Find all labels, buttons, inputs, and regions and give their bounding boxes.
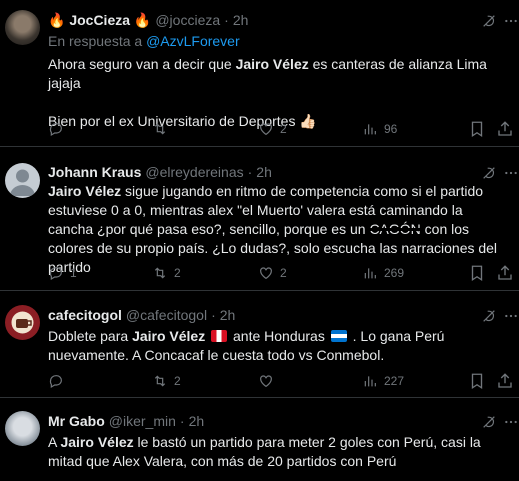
tweet-header: Johann Kraus @elreydereinas · 2h <box>48 163 507 181</box>
retweet-icon <box>154 267 166 279</box>
retweet-icon <box>154 123 166 135</box>
views-count: 96 <box>384 122 398 136</box>
timestamp[interactable]: 2h <box>220 307 236 323</box>
like-icon <box>260 123 272 136</box>
views-button[interactable]: 227 <box>362 372 404 390</box>
grok-icon[interactable] <box>481 308 497 324</box>
censored-word: CAGÓN <box>369 221 422 237</box>
views-count: 227 <box>384 374 405 388</box>
user-handle[interactable]: @iker_min <box>109 413 176 429</box>
reply-icon <box>49 267 62 281</box>
text-part-bold: Jairo Vélez <box>235 56 309 72</box>
separator-dot: · <box>224 12 229 28</box>
views-icon <box>364 124 376 135</box>
share-icon[interactable] <box>496 372 514 390</box>
retweet-button[interactable] <box>152 120 174 138</box>
tweet-text: A Jairo Vélez le bastó un partido para m… <box>48 433 507 471</box>
display-name[interactable]: cafecitogol <box>48 307 122 323</box>
reply-button[interactable]: 1 <box>48 264 77 282</box>
tweet[interactable]: 🔥 JocCieza 🔥 @joccieza · 2h En respuesta… <box>0 0 519 147</box>
reply-button[interactable] <box>48 120 70 138</box>
text-part: ante Honduras <box>229 328 329 344</box>
like-button[interactable]: 2 <box>258 120 287 138</box>
reply-count: 1 <box>70 266 77 280</box>
grok-icon[interactable] <box>481 13 497 29</box>
text-part: Doblete para <box>48 328 133 344</box>
timestamp[interactable]: 2h <box>256 164 272 180</box>
like-count: 2 <box>280 266 287 280</box>
bookmark-icon[interactable] <box>468 120 486 138</box>
avatar[interactable] <box>5 305 40 340</box>
separator-dot: · <box>211 307 216 323</box>
action-bar: 1 2 2 269 <box>48 264 512 282</box>
honduras-flag-icon <box>330 330 347 342</box>
grok-icon[interactable] <box>481 165 497 181</box>
reply-icon <box>49 123 62 137</box>
timeline-feed: 🔥 JocCieza 🔥 @joccieza · 2h En respuesta… <box>0 0 519 481</box>
display-name[interactable]: Mr Gabo <box>48 413 105 429</box>
reply-icon <box>49 375 62 389</box>
action-bar: 2 96 <box>48 120 512 138</box>
more-icon[interactable] <box>503 165 519 181</box>
like-button[interactable]: 2 <box>258 264 287 282</box>
display-name[interactable]: 🔥 JocCieza 🔥 <box>48 12 151 29</box>
retweet-count: 2 <box>174 266 181 280</box>
action-bar: 2 227 <box>48 372 512 390</box>
views-icon <box>364 268 376 279</box>
text-part: A <box>48 434 61 450</box>
grok-icon[interactable] <box>481 414 497 430</box>
retweet-icon <box>154 375 166 387</box>
user-handle[interactable]: @cafecitogol <box>126 307 207 323</box>
tweet[interactable]: Johann Kraus @elreydereinas · 2h Jairo V… <box>0 148 519 291</box>
like-button[interactable] <box>258 372 280 390</box>
like-icon <box>260 267 272 280</box>
more-icon[interactable] <box>503 13 519 29</box>
tweet-text: Ahora seguro van a decir que Jairo Vélez… <box>48 55 507 93</box>
display-name[interactable]: Johann Kraus <box>48 164 141 180</box>
views-icon <box>364 376 376 387</box>
text-part: Ahora seguro van a decir que <box>48 56 236 72</box>
reply-button[interactable] <box>48 372 70 390</box>
like-icon <box>260 375 272 388</box>
retweet-count: 2 <box>174 374 181 388</box>
tweet-text: Jairo Vélez sigue jugando en ritmo de co… <box>48 182 507 277</box>
retweet-button[interactable]: 2 <box>152 264 181 282</box>
reply-prefix: En respuesta a <box>48 33 143 49</box>
user-handle[interactable]: @joccieza <box>155 12 220 28</box>
tweet[interactable]: cafecitogol @cafecitogol · 2h Doblete pa… <box>0 292 519 398</box>
bookmark-icon[interactable] <box>468 264 486 282</box>
text-part-bold: Jairo Vélez <box>60 434 134 450</box>
views-button[interactable]: 96 <box>362 120 397 138</box>
user-handle[interactable]: @elreydereinas <box>145 164 243 180</box>
share-icon[interactable] <box>496 264 514 282</box>
tweet-header: 🔥 JocCieza 🔥 @joccieza · 2h <box>48 11 507 29</box>
reply-to-link[interactable]: @AzvLForever <box>146 33 240 49</box>
views-button[interactable]: 269 <box>362 264 404 282</box>
timestamp[interactable]: 2h <box>189 413 205 429</box>
avatar[interactable] <box>5 411 40 446</box>
avatar[interactable] <box>5 163 40 198</box>
tweet[interactable]: Mr Gabo @iker_min · 2h A Jairo Vélez le … <box>0 399 519 481</box>
text-part-bold: Jairo Vélez <box>48 183 122 199</box>
text-part-bold: Jairo Vélez <box>132 328 206 344</box>
more-icon[interactable] <box>503 414 519 430</box>
share-icon[interactable] <box>496 120 514 138</box>
tweet-text: Doblete para Jairo Vélez ante Honduras .… <box>48 327 507 365</box>
views-count: 269 <box>384 266 405 280</box>
tweet-header: Mr Gabo @iker_min · 2h <box>48 412 507 430</box>
timestamp[interactable]: 2h <box>233 12 249 28</box>
more-icon[interactable] <box>503 308 519 324</box>
avatar[interactable] <box>5 10 40 45</box>
separator-dot: · <box>179 413 185 429</box>
bookmark-icon[interactable] <box>468 372 486 390</box>
peru-flag-icon <box>211 330 228 342</box>
retweet-button[interactable]: 2 <box>152 372 181 390</box>
like-count: 2 <box>280 122 287 136</box>
tweet-header: cafecitogol @cafecitogol · 2h <box>48 306 507 324</box>
reply-context: En respuesta a @AzvLForever <box>48 33 507 49</box>
separator-dot: · <box>247 164 253 180</box>
text-part <box>205 328 209 344</box>
